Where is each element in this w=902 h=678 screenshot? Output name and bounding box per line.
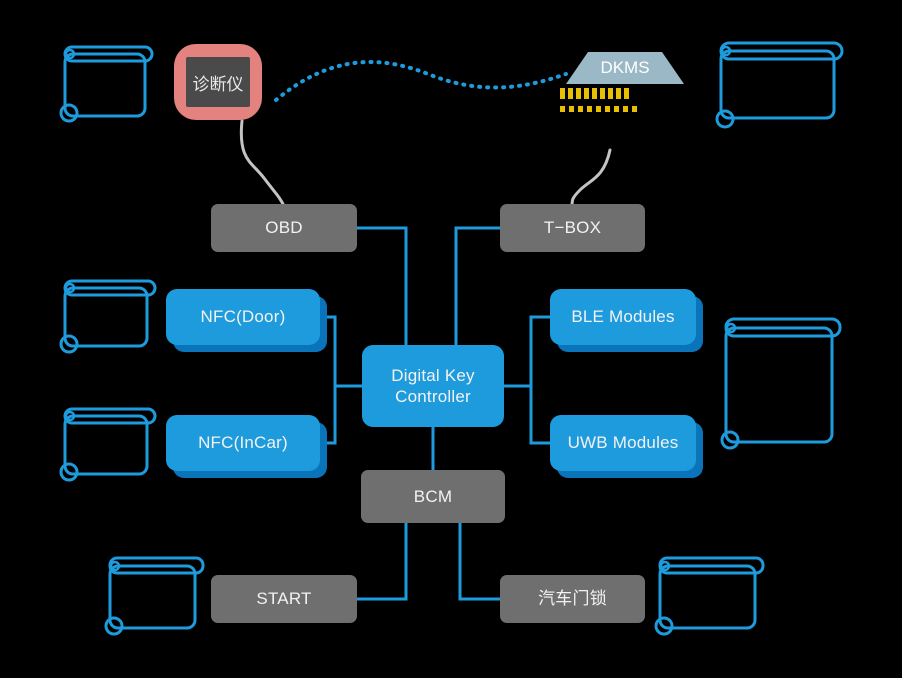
node-bcm[interactable]: BCM xyxy=(361,470,505,523)
scroll-icon xyxy=(102,555,217,640)
connector-bcm-to-start xyxy=(355,521,408,601)
scroll-icon xyxy=(57,44,157,126)
scroll-icon xyxy=(718,316,858,452)
dkms-led-row-top xyxy=(560,88,629,99)
connector-bcm-to-door-lock xyxy=(458,521,502,601)
node-start[interactable]: START xyxy=(211,575,357,623)
node-bcm-label: BCM xyxy=(413,486,453,506)
node-obd-label: OBD xyxy=(265,218,303,238)
node-nfc-door[interactable]: NFC(Door) xyxy=(166,289,320,345)
node-dkc-label-line2: Controller xyxy=(395,387,471,406)
node-car-door-lock[interactable]: 汽车门锁 xyxy=(500,575,645,623)
connector-obd-to-dkc xyxy=(355,226,408,347)
node-nfc-door-label: NFC(Door) xyxy=(200,307,286,327)
node-ble-modules-label: BLE Modules xyxy=(571,307,675,327)
node-nfc-incar-label: NFC(InCar) xyxy=(198,433,288,453)
node-tbox[interactable]: T−BOX xyxy=(500,204,645,252)
node-dkc-label-line1: Digital Key xyxy=(391,365,475,385)
dkms-label: DKMS xyxy=(600,58,650,77)
connector-tbox-to-dkc xyxy=(454,226,502,347)
node-ble-modules[interactable]: BLE Modules xyxy=(550,289,696,345)
diagnostic-tool-screen[interactable]: 诊断仪 xyxy=(186,57,250,107)
node-uwb-modules[interactable]: UWB Modules xyxy=(550,415,696,471)
cable-diagnostic-to-obd xyxy=(239,119,286,208)
scroll-icon xyxy=(57,406,167,488)
cable-dkms-to-tbox xyxy=(570,148,612,208)
scroll-icon xyxy=(652,555,772,640)
dkms-server[interactable]: DKMS xyxy=(566,52,684,84)
node-nfc-incar[interactable]: NFC(InCar) xyxy=(166,415,320,471)
scroll-icon xyxy=(57,278,167,360)
diagnostic-tool-label: 诊断仪 xyxy=(192,74,244,94)
dkms-led-row-bottom xyxy=(560,106,637,112)
scroll-icon xyxy=(713,40,853,130)
node-uwb-modules-label: UWB Modules xyxy=(567,433,679,453)
node-obd[interactable]: OBD xyxy=(211,204,357,252)
connector-diagnostic-to-dkms xyxy=(274,60,568,102)
node-digital-key-controller[interactable]: Digital Key Controller xyxy=(362,345,504,427)
diagram-canvas: DKMS --> xyxy=(0,0,902,678)
node-start-label: START xyxy=(256,589,312,609)
node-tbox-label: T−BOX xyxy=(543,218,602,238)
node-car-door-lock-label: 汽车门锁 xyxy=(538,589,607,609)
